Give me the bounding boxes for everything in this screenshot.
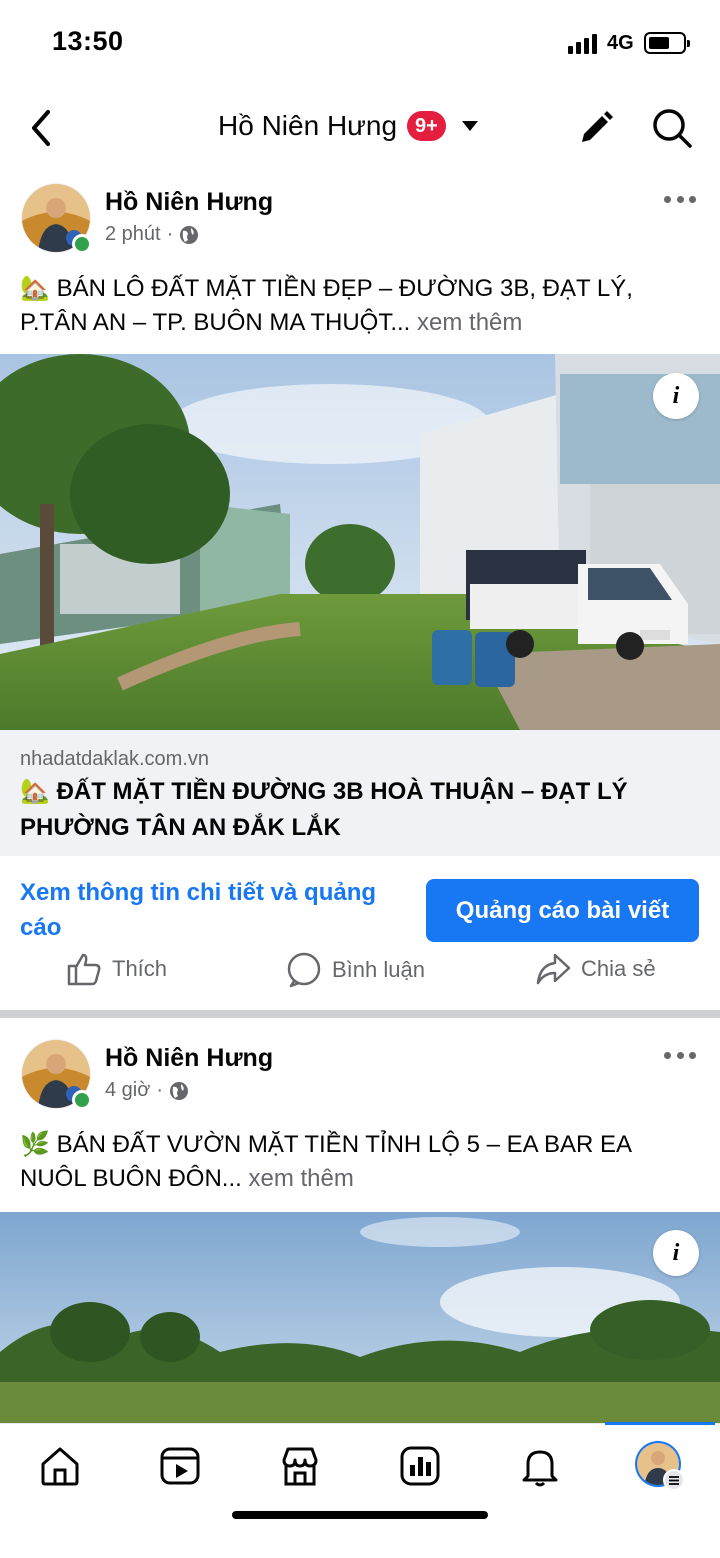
see-more-link[interactable]: xem thêm bbox=[417, 309, 522, 336]
nav-marketplace[interactable] bbox=[278, 1444, 322, 1488]
land-photo bbox=[0, 354, 720, 730]
share-label: Chia sẻ bbox=[581, 956, 656, 981]
home-icon bbox=[41, 1447, 79, 1486]
search-button[interactable] bbox=[650, 106, 694, 150]
status-bar: 13:50 4G bbox=[0, 0, 720, 86]
post-image[interactable]: i bbox=[0, 354, 720, 730]
post-text: 🌿 BÁN ĐẤT VƯỜN MẶT TIỀN TỈNH LỘ 5 – EA B… bbox=[20, 1128, 700, 1196]
search-icon bbox=[653, 109, 692, 148]
signal-icon bbox=[568, 34, 597, 54]
online-status-icon bbox=[72, 234, 92, 254]
status-time: 13:50 bbox=[52, 26, 124, 56]
video-icon bbox=[160, 1447, 200, 1485]
page-title: Hồ Niên Hưng bbox=[218, 110, 398, 141]
boost-post-button[interactable]: Quảng cáo bài viết bbox=[426, 879, 699, 942]
back-button[interactable] bbox=[24, 106, 60, 150]
share-icon bbox=[536, 953, 571, 985]
avatar[interactable] bbox=[20, 1038, 94, 1112]
link-title: 🏡 ĐẤT MẶT TIỀN ĐƯỜNG 3B HOÀ THUẬN – ĐẠT … bbox=[20, 774, 700, 846]
nav-notifications[interactable] bbox=[518, 1444, 562, 1488]
herb-emoji: 🌿 bbox=[20, 1131, 50, 1158]
comment-label: Bình luận bbox=[332, 957, 425, 982]
post-time[interactable]: 4 giờ bbox=[105, 1079, 150, 1102]
profile-switcher[interactable]: Hồ Niên Hưng 9+ bbox=[218, 110, 480, 142]
nav-home[interactable] bbox=[38, 1444, 82, 1488]
bottom-navigation bbox=[0, 1422, 720, 1558]
link-preview[interactable]: nhadatdaklak.com.vn 🏡 ĐẤT MẶT TIỀN ĐƯỜNG… bbox=[0, 730, 720, 856]
more-options-button[interactable] bbox=[664, 1052, 696, 1064]
post-time[interactable]: 2 phút bbox=[105, 223, 161, 246]
globe-icon bbox=[170, 1081, 189, 1100]
post-body: BÁN LÔ ĐẤT MẶT TIỀN ĐẸP – ĐƯỜNG 3B, ĐẠT … bbox=[20, 275, 633, 336]
nav-video[interactable] bbox=[158, 1444, 202, 1488]
post-text: 🏡 BÁN LÔ ĐẤT MẶT TIỀN ĐẸP – ĐƯỜNG 3B, ĐẠ… bbox=[20, 272, 700, 340]
pencil-icon bbox=[582, 111, 613, 142]
share-button[interactable]: Chia sẻ bbox=[535, 952, 656, 986]
home-indicator bbox=[232, 1511, 488, 1519]
feed-post: Hồ Niên Hưng 2 phút · 🏡 BÁN LÔ ĐẤT MẶT T… bbox=[0, 178, 720, 1008]
post-meta: 4 giờ · bbox=[105, 1079, 189, 1102]
link-title-text: ĐẤT MẶT TIỀN ĐƯỜNG 3B HOÀ THUẬN – ĐẠT LÝ… bbox=[20, 778, 628, 841]
nav-profile[interactable] bbox=[634, 1440, 686, 1492]
post-image[interactable]: i bbox=[0, 1212, 720, 1423]
page-header: Hồ Niên Hưng 9+ bbox=[0, 96, 720, 162]
post-author[interactable]: Hồ Niên Hưng bbox=[105, 1044, 273, 1073]
network-label: 4G bbox=[607, 32, 634, 54]
active-tab-indicator bbox=[605, 1422, 715, 1425]
profile-avatar bbox=[635, 1441, 685, 1491]
caret-down-icon bbox=[461, 121, 478, 131]
view-details-link[interactable]: Xem thông tin chi tiết và quảng cáo bbox=[20, 875, 420, 945]
marketplace-icon bbox=[282, 1447, 318, 1486]
post-divider bbox=[0, 1010, 720, 1018]
nav-dashboard[interactable] bbox=[398, 1444, 442, 1488]
garden-land-photo bbox=[0, 1212, 720, 1423]
separator: · bbox=[156, 1079, 164, 1101]
separator: · bbox=[166, 223, 174, 245]
edit-button[interactable] bbox=[576, 108, 616, 148]
like-button[interactable]: Thích bbox=[66, 952, 167, 986]
online-status-icon bbox=[72, 1090, 92, 1110]
chevron-left-icon bbox=[32, 110, 50, 146]
battery-icon bbox=[644, 32, 690, 54]
post-meta: 2 phút · bbox=[105, 223, 199, 246]
more-options-button[interactable] bbox=[664, 196, 696, 208]
notification-badge: 9+ bbox=[407, 111, 446, 141]
comment-icon bbox=[287, 952, 321, 988]
like-label: Thích bbox=[112, 956, 168, 981]
dashboard-icon bbox=[400, 1446, 440, 1486]
info-icon[interactable]: i bbox=[653, 1230, 699, 1276]
comment-button[interactable]: Bình luận bbox=[286, 952, 425, 988]
post-actions: Thích Bình luận Chia sẻ bbox=[0, 952, 720, 1002]
house-emoji: 🏡 bbox=[20, 275, 50, 302]
see-more-link[interactable]: xem thêm bbox=[248, 1165, 353, 1192]
link-domain: nhadatdaklak.com.vn bbox=[20, 748, 210, 770]
info-icon[interactable]: i bbox=[653, 373, 699, 419]
avatar[interactable] bbox=[20, 182, 94, 256]
thumbs-up-icon bbox=[67, 953, 101, 986]
feed-post: Hồ Niên Hưng 4 giờ · 🌿 BÁN ĐẤT VƯỜN MẶT … bbox=[0, 1034, 720, 1423]
house-emoji: 🏡 bbox=[20, 778, 50, 805]
bell-icon bbox=[522, 1450, 558, 1487]
post-author[interactable]: Hồ Niên Hưng bbox=[105, 188, 273, 217]
globe-icon bbox=[180, 225, 199, 244]
